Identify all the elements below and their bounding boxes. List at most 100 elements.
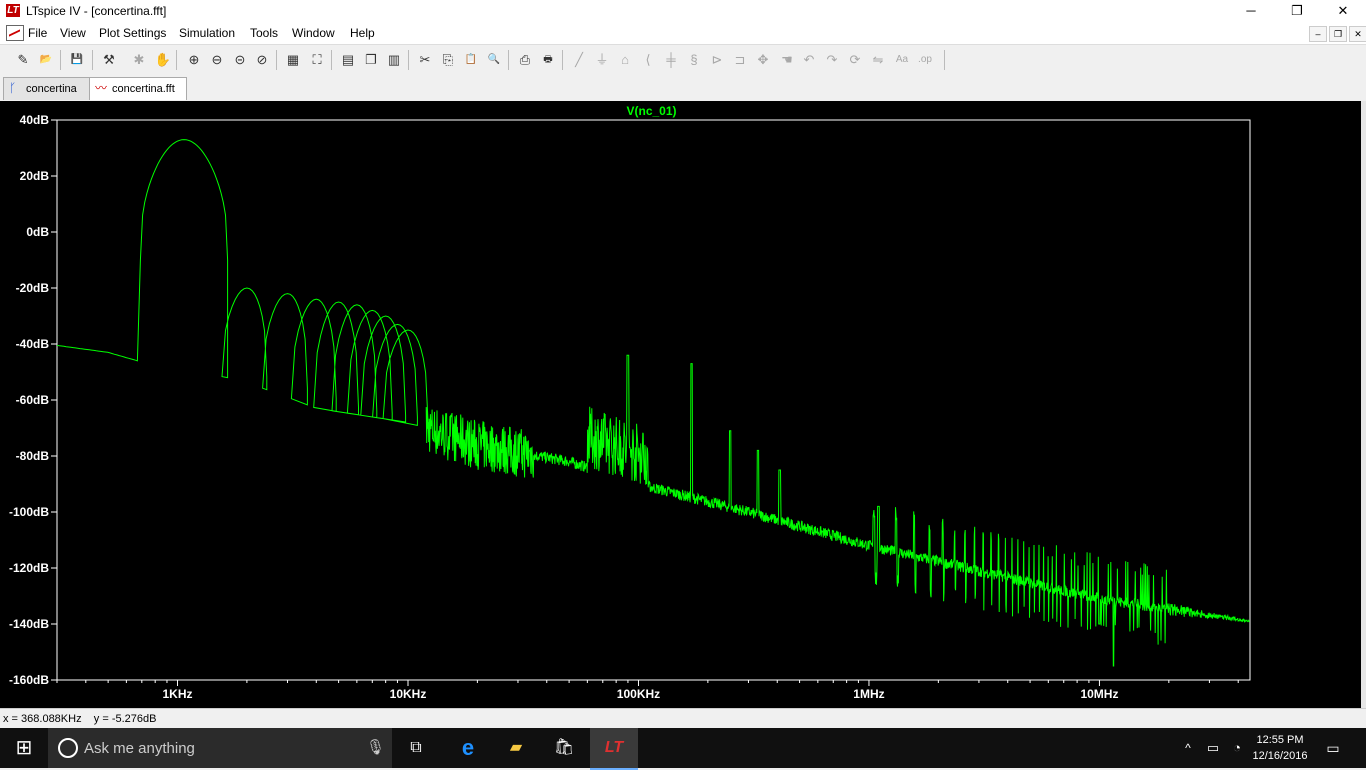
toolbar-separator — [331, 50, 332, 70]
halt-icon[interactable]: ✋ — [154, 51, 172, 69]
zoom-out-icon[interactable]: ⊝ — [231, 51, 249, 69]
inductor-icon[interactable]: § — [685, 51, 703, 69]
taskbar-clock[interactable]: 12:55 PM 12/16/2016 — [1250, 732, 1310, 764]
edge-browser-icon[interactable]: e — [446, 728, 490, 768]
schematic-icon: ᚴ — [9, 81, 17, 95]
zoom-in-icon[interactable]: ⊕ — [185, 51, 203, 69]
autorange-icon[interactable]: ▦ — [284, 51, 302, 69]
cursor-readout: x = 368.088KHz y = -5.276dB — [3, 713, 157, 725]
move-icon[interactable]: ✥ — [754, 51, 772, 69]
clock-date: 12/16/2016 — [1252, 750, 1308, 762]
menu-help[interactable]: Help — [350, 26, 375, 40]
x-tick-label: 1KHz — [163, 687, 193, 701]
spice-directive-icon[interactable]: .op — [916, 51, 934, 69]
x-tick-label: 100KHz — [617, 687, 660, 701]
copy-icon[interactable]: ⎘ — [439, 51, 457, 69]
document-waveform-icon[interactable] — [6, 25, 24, 41]
tab-concertina-fft[interactable]: 〰 concertina.fft — [89, 77, 187, 100]
mdi-close-button[interactable]: ✕ — [1349, 26, 1366, 42]
mirror-icon[interactable]: ⇋ — [869, 51, 887, 69]
x-tick-label: 1MHz — [853, 687, 884, 701]
search-box[interactable]: Ask me anything 🎙 — [48, 728, 392, 768]
windows-start-icon[interactable]: ⊞ — [0, 728, 48, 768]
chevron-up-icon[interactable]: ^ — [1178, 728, 1198, 768]
control-panel-icon[interactable]: ⚒ — [100, 51, 118, 69]
menu-bar: File View Plot Settings Simulation Tools… — [0, 22, 1366, 44]
vertical-scrollbar[interactable] — [1361, 101, 1366, 708]
trace-label: V(nc_01) — [626, 104, 676, 118]
save-icon[interactable]: 💾 — [68, 51, 86, 69]
toolbar-separator — [408, 50, 409, 70]
close-button[interactable]: ✕ — [1320, 0, 1366, 22]
x-tick-label: 10MHz — [1080, 687, 1118, 701]
find-icon[interactable]: 🔍 — [485, 51, 503, 69]
resistor-icon[interactable]: ⟨ — [639, 51, 657, 69]
zoom-full-icon[interactable]: ⛶ — [308, 51, 326, 69]
waveform-plot-pane[interactable]: V(nc_01) 40dB 20dB 0dB -20dB -40dB -60dB -80dB -… — [0, 101, 1361, 708]
toolbar-separator — [944, 50, 945, 70]
undo-icon[interactable]: ↶ — [800, 51, 818, 69]
x-tick-label: 10KHz — [390, 687, 427, 701]
y-tick-label: 20dB — [20, 169, 50, 183]
redo-icon[interactable]: ↷ — [823, 51, 841, 69]
toolbar-separator — [92, 50, 93, 70]
menu-view[interactable]: View — [60, 26, 86, 40]
mdi-restore-button[interactable]: ❐ — [1329, 26, 1347, 42]
diode-icon[interactable]: ⊳ — [708, 51, 726, 69]
waveform-icon: 〰 — [95, 81, 108, 95]
wire-icon[interactable]: ╱ — [570, 51, 588, 69]
text-icon[interactable]: Aa — [893, 51, 911, 69]
minimize-button[interactable]: ─ — [1228, 0, 1274, 22]
menu-simulation[interactable]: Simulation — [179, 26, 235, 40]
clock-time: 12:55 PM — [1256, 734, 1304, 746]
new-schematic-icon[interactable]: ✎ — [14, 51, 32, 69]
capacitor-icon[interactable]: ╪ — [662, 51, 680, 69]
drag-icon[interactable]: ☚ — [778, 51, 796, 69]
microphone-icon[interactable]: 🎙 — [366, 738, 385, 756]
y-tick-label: -160dB — [9, 673, 49, 687]
menu-plot-settings[interactable]: Plot Settings — [99, 26, 166, 40]
zoom-cancel-icon[interactable]: ⊘ — [253, 51, 271, 69]
menu-file[interactable]: File — [28, 26, 47, 40]
notifications-icon[interactable]: ▭ — [1320, 728, 1346, 768]
ground-icon[interactable]: ⏚ — [593, 51, 611, 69]
tab-label: concertina — [26, 83, 77, 95]
wifi-icon[interactable]: ◔ — [1226, 728, 1248, 768]
print-icon[interactable]: 🖶 — [539, 51, 557, 69]
document-tabs: ᚴ concertina 〰 concertina.fft — [0, 75, 1366, 101]
title-bar: LT LTspice IV - [concertina.fft] ─ ❐ ✕ — [0, 0, 1366, 22]
y-tick-label: -20dB — [16, 281, 50, 295]
tile-horizontal-icon[interactable]: ▤ — [339, 51, 357, 69]
maximize-button[interactable]: ❐ — [1274, 0, 1320, 22]
battery-icon[interactable]: ▭ — [1202, 728, 1224, 768]
zoom-back-icon[interactable]: ⊖ — [208, 51, 226, 69]
open-icon[interactable]: 📂 — [37, 51, 55, 69]
toolbar: ✎ 📂 💾 ⚒ ✱ ✋ ⊕ ⊖ ⊝ ⊘ ▦ ⛶ ▤ ❐ ▥ ✂ ⎘ 📋 🔍 ⎙ 🖶 ╱ ⏚ ⌂ ⟨ ╪ § ⊳ ⊐ ✥ ☚ ↶ ↷ ⟳ ⇋ Aa .op — [0, 44, 1366, 76]
paste-icon[interactable]: 📋 — [462, 51, 480, 69]
window-title: LTspice IV - [concertina.fft] — [26, 4, 167, 18]
run-icon[interactable]: ✱ — [130, 51, 148, 69]
windows-taskbar: ⊞ Ask me anything 🎙 ⧉ e ▰ 🛍 LT ^ ▭ ◔ 12:… — [0, 728, 1366, 770]
print-setup-icon[interactable]: ⎙ — [516, 51, 534, 69]
ltspice-app-icon[interactable]: LT — [6, 4, 20, 17]
store-icon[interactable]: 🛍 — [542, 728, 586, 768]
rotate-icon[interactable]: ⟳ — [846, 51, 864, 69]
task-view-icon[interactable]: ⧉ — [396, 728, 436, 768]
mdi-minimize-button[interactable]: – — [1309, 26, 1327, 42]
label-net-icon[interactable]: ⌂ — [616, 51, 634, 69]
ltspice-taskbar-icon[interactable]: LT — [590, 728, 638, 770]
tab-label: concertina.fft — [112, 83, 175, 95]
menu-window[interactable]: Window — [292, 26, 335, 40]
file-explorer-icon[interactable]: ▰ — [494, 728, 538, 768]
cascade-icon[interactable]: ❐ — [362, 51, 380, 69]
cut-icon[interactable]: ✂ — [416, 51, 434, 69]
y-tick-label: -120dB — [9, 561, 49, 575]
toolbar-separator — [562, 50, 563, 70]
y-tick-label: -100dB — [9, 505, 49, 519]
fft-chart[interactable]: V(nc_01) 40dB 20dB 0dB -20dB -40dB -60dB -80dB -… — [0, 101, 1361, 708]
y-tick-label: 0dB — [26, 225, 49, 239]
menu-tools[interactable]: Tools — [250, 26, 278, 40]
tab-concertina[interactable]: ᚴ concertina — [3, 77, 91, 100]
tile-vertical-icon[interactable]: ▥ — [385, 51, 403, 69]
component-icon[interactable]: ⊐ — [731, 51, 749, 69]
